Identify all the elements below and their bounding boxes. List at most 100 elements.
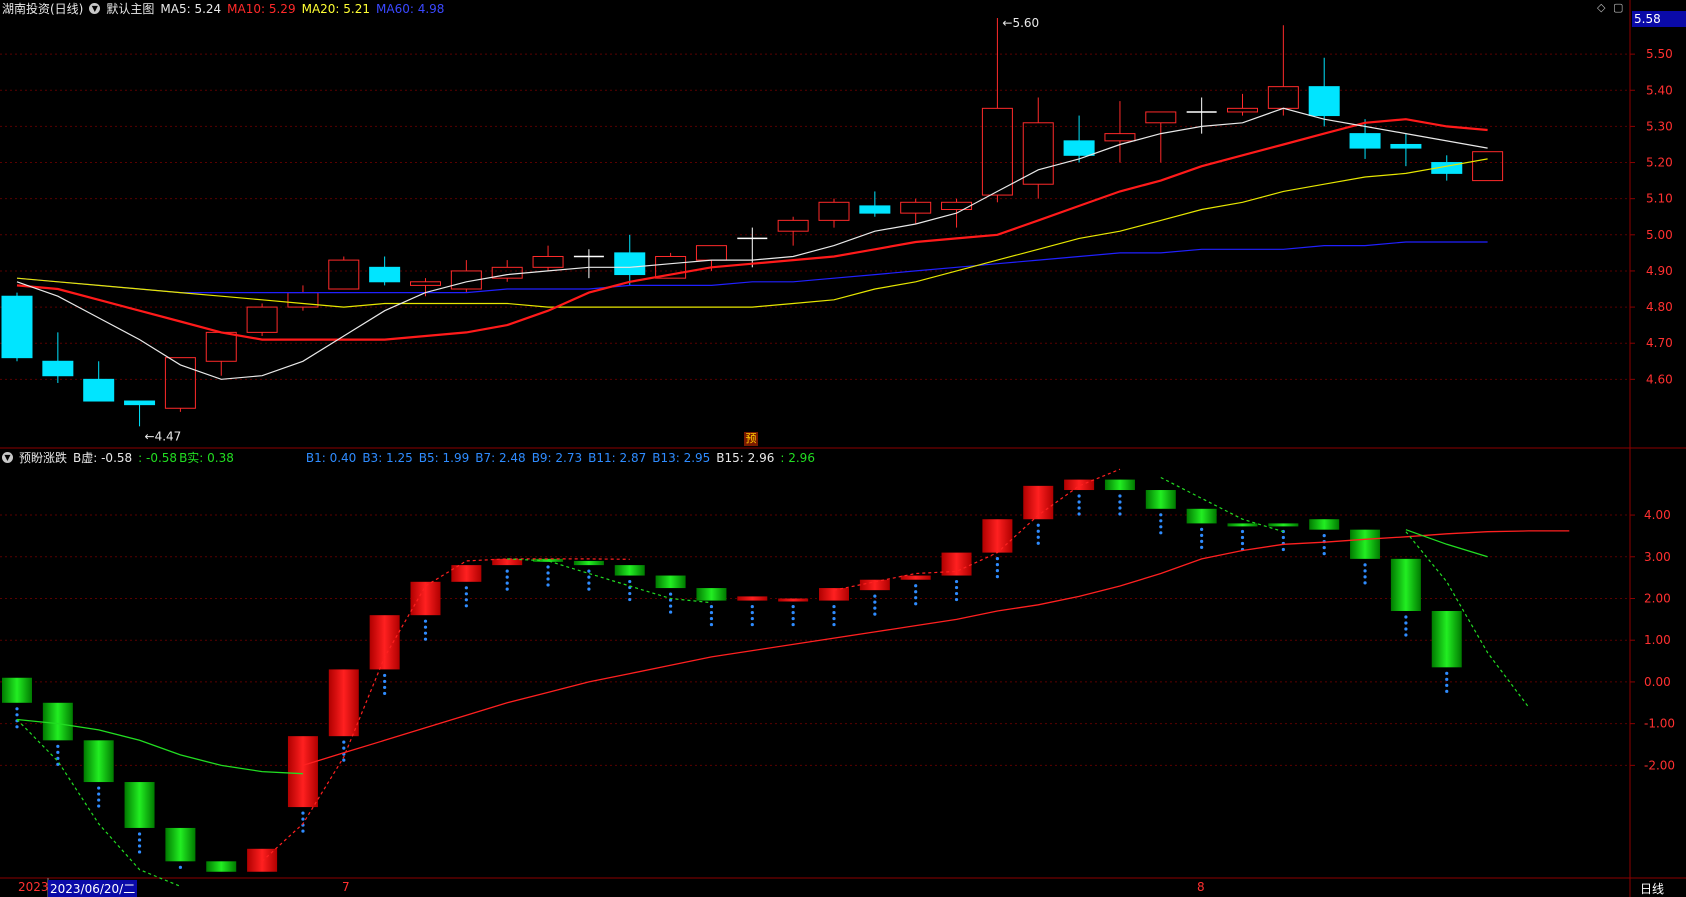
b1-label: B1: 0.40 [305, 450, 357, 465]
signal-bar [1145, 490, 1176, 509]
forecast-marker[interactable]: 预 [744, 432, 758, 446]
b-marker-dot [1322, 546, 1326, 550]
b-marker-dot [423, 631, 428, 635]
b-marker-dot [15, 707, 19, 711]
signal-bar [1350, 529, 1381, 559]
b-marker-dot [1077, 512, 1081, 516]
candle-body [246, 306, 278, 333]
b-marker-dot [301, 829, 305, 833]
month-8-label: 8 [1197, 880, 1205, 894]
y-tick-label: 5.40 [1646, 83, 1673, 97]
b-marker-dot [914, 596, 918, 600]
current-price-badge: 5.58 [1632, 11, 1686, 27]
y-tick-label: 5.20 [1646, 156, 1673, 170]
candle-body [328, 259, 360, 290]
b-marker-dot [954, 597, 959, 602]
candle-body [859, 205, 891, 214]
b-marker-dot [1200, 539, 1204, 544]
diamond-icon[interactable]: ◇ [1597, 1, 1605, 14]
b-marker-dot [1077, 500, 1081, 504]
b5-label: B5: 1.99 [418, 450, 470, 465]
signal-bar [492, 558, 523, 566]
b-marker-dot [56, 744, 60, 748]
period-label[interactable]: 日线 [1640, 880, 1664, 897]
b-xu-label: B虚: -0.58 [73, 451, 133, 465]
b-marker-dot [137, 850, 142, 854]
window-icon[interactable]: ▢ [1613, 1, 1623, 14]
b-marker-dot [383, 685, 387, 690]
b-marker-dot [669, 592, 673, 596]
b-marker-dot [873, 606, 877, 610]
candle-body [777, 219, 809, 232]
red-trend-line [302, 530, 1570, 767]
b-marker-dot [137, 844, 142, 848]
ma10-label: MA10: 5.29 [227, 1, 296, 16]
template-name[interactable]: 默认主图 [106, 0, 154, 17]
y-tick-label: 4.90 [1646, 264, 1673, 278]
chevron-down-icon[interactable]: ▼ [89, 3, 101, 14]
signal-bar [1431, 611, 1462, 668]
candle-body [1063, 140, 1095, 156]
y-tick-label: 5.50 [1646, 47, 1673, 61]
candle-body [981, 107, 1013, 196]
b-marker-dot [301, 811, 305, 815]
candle-body [1472, 151, 1504, 182]
signal-bar [451, 565, 482, 582]
b-marker-dot [1445, 671, 1449, 675]
y-tick-label: 4.00 [1644, 508, 1671, 522]
b-marker-dot [1159, 519, 1163, 523]
b-marker-dot [1077, 494, 1081, 498]
stock-title[interactable]: 湖南投资(日线) [2, 0, 83, 17]
b-marker-dot [1118, 494, 1122, 498]
signal-bar [124, 782, 155, 828]
b-marker-dot [873, 600, 877, 604]
signal-bar [655, 575, 686, 589]
b-marker-dot [1036, 541, 1040, 545]
b-marker-dot [505, 569, 509, 573]
y-tick-label: 1.00 [1644, 633, 1671, 647]
signal-bar [573, 560, 604, 566]
candle-body [1349, 133, 1381, 149]
b13-label: B13: 2.95 [652, 450, 711, 465]
b-marker-dot [97, 804, 101, 808]
b-marker-dot [1404, 633, 1408, 637]
signal-bar [696, 588, 727, 601]
b-marker-dot [628, 597, 632, 602]
b-marker-dot [423, 637, 428, 641]
b-marker-dot [628, 591, 632, 596]
b-marker-dot [1200, 527, 1204, 532]
candle-body [941, 201, 973, 211]
indicator-name[interactable]: 预盼涨跌 [19, 449, 67, 466]
b-marker-dot [954, 579, 959, 584]
b-marker-dot [137, 838, 142, 842]
signal-bar [1268, 523, 1299, 527]
signal-bar [778, 598, 809, 602]
b-marker-dot [97, 798, 101, 802]
b-marker-dot [178, 865, 182, 869]
b-marker-dot [832, 610, 836, 615]
b-marker-dot [587, 569, 591, 573]
signal-bar [941, 552, 972, 576]
b-marker-dot [628, 579, 632, 584]
b-marker-dot [1363, 569, 1367, 573]
extreme-label: ←5.60 [1002, 16, 1039, 30]
cursor-date: 2023/06/20/二 [48, 880, 138, 897]
b-marker-dot [995, 569, 1000, 573]
b-marker-dot [1118, 506, 1122, 510]
candle-body [205, 331, 237, 362]
b-marker-dot [954, 591, 959, 596]
b-marker-dot [383, 679, 387, 684]
b-marker-dot [995, 557, 1000, 561]
b-marker-dot [137, 832, 142, 836]
b-marker-dot [423, 625, 428, 629]
chevron-down-icon[interactable]: ▼ [2, 452, 13, 463]
b-marker-dot [1200, 545, 1204, 550]
candle-body [1390, 143, 1422, 149]
b-marker-dot [1118, 500, 1122, 504]
extreme-label: ←4.47 [145, 429, 182, 443]
b-marker-dot [791, 622, 795, 627]
b-marker-dot [56, 750, 60, 754]
b-marker-dot [791, 610, 795, 615]
candle-body [900, 201, 932, 214]
val-last-label: : 2.96 [780, 450, 815, 465]
